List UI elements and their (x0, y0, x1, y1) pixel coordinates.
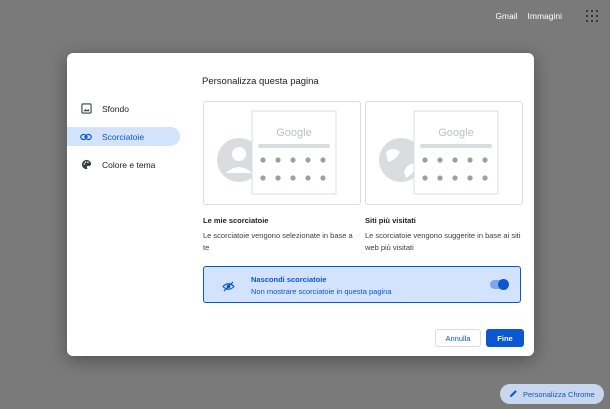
dialog-sidebar: Sfondo Scorciatoie Colore e tema (67, 99, 180, 183)
my-shortcuts-preview: Google (217, 110, 337, 195)
nav-item-sfondo[interactable]: Sfondo (67, 99, 180, 118)
my-shortcuts-title: Le mie scorciatoie (203, 216, 269, 225)
apps-grid-icon[interactable] (586, 10, 598, 22)
hide-shortcuts-toggle[interactable] (490, 279, 509, 290)
palette-icon (80, 159, 92, 171)
cancel-button[interactable]: Annulla (435, 329, 481, 347)
dialog-title: Personalizza questa pagina (202, 76, 319, 87)
google-logo-preview: Google (438, 127, 473, 139)
my-shortcuts-description: Le scorciatoie vengono selezionate in ba… (203, 231, 353, 252)
hide-shortcuts-option[interactable]: Nascondi scorciatoie Non mostrare scorci… (203, 266, 521, 303)
google-logo-preview: Google (276, 127, 311, 139)
hide-shortcuts-title: Nascondi scorciatoie (251, 275, 327, 284)
link-icon (80, 131, 92, 143)
image-icon (80, 103, 92, 115)
most-visited-preview: Google (379, 110, 499, 195)
nav-item-colore-e-tema[interactable]: Colore e tema (67, 155, 180, 174)
nav-label: Sfondo (102, 103, 129, 114)
nav-label: Scorciatoie (102, 131, 145, 142)
most-visited-card[interactable]: Google (365, 101, 523, 205)
images-link[interactable]: Immagini (528, 11, 562, 21)
most-visited-title: Siti più visitati (365, 216, 416, 225)
eye-off-icon (222, 279, 235, 297)
customize-dialog: Personalizza questa pagina Sfondo Scorci… (67, 53, 534, 356)
most-visited-description: Le scorciatoie vengono suggerite in base… (365, 231, 521, 252)
nav-label: Colore e tema (102, 159, 156, 170)
customize-chrome-label: Personalizza Chrome (523, 389, 595, 399)
my-shortcuts-card[interactable]: Google (203, 101, 361, 205)
pencil-icon (509, 385, 518, 403)
done-button[interactable]: Fine (486, 329, 524, 347)
top-bar: Gmail Immagini (495, 0, 610, 32)
gmail-link[interactable]: Gmail (495, 11, 517, 21)
toggle-knob (498, 279, 509, 290)
hide-shortcuts-subtitle: Non mostrare scorciatoie in questa pagin… (251, 287, 392, 296)
customize-chrome-button[interactable]: Personalizza Chrome (500, 384, 604, 404)
nav-item-scorciatoie[interactable]: Scorciatoie (67, 127, 180, 146)
